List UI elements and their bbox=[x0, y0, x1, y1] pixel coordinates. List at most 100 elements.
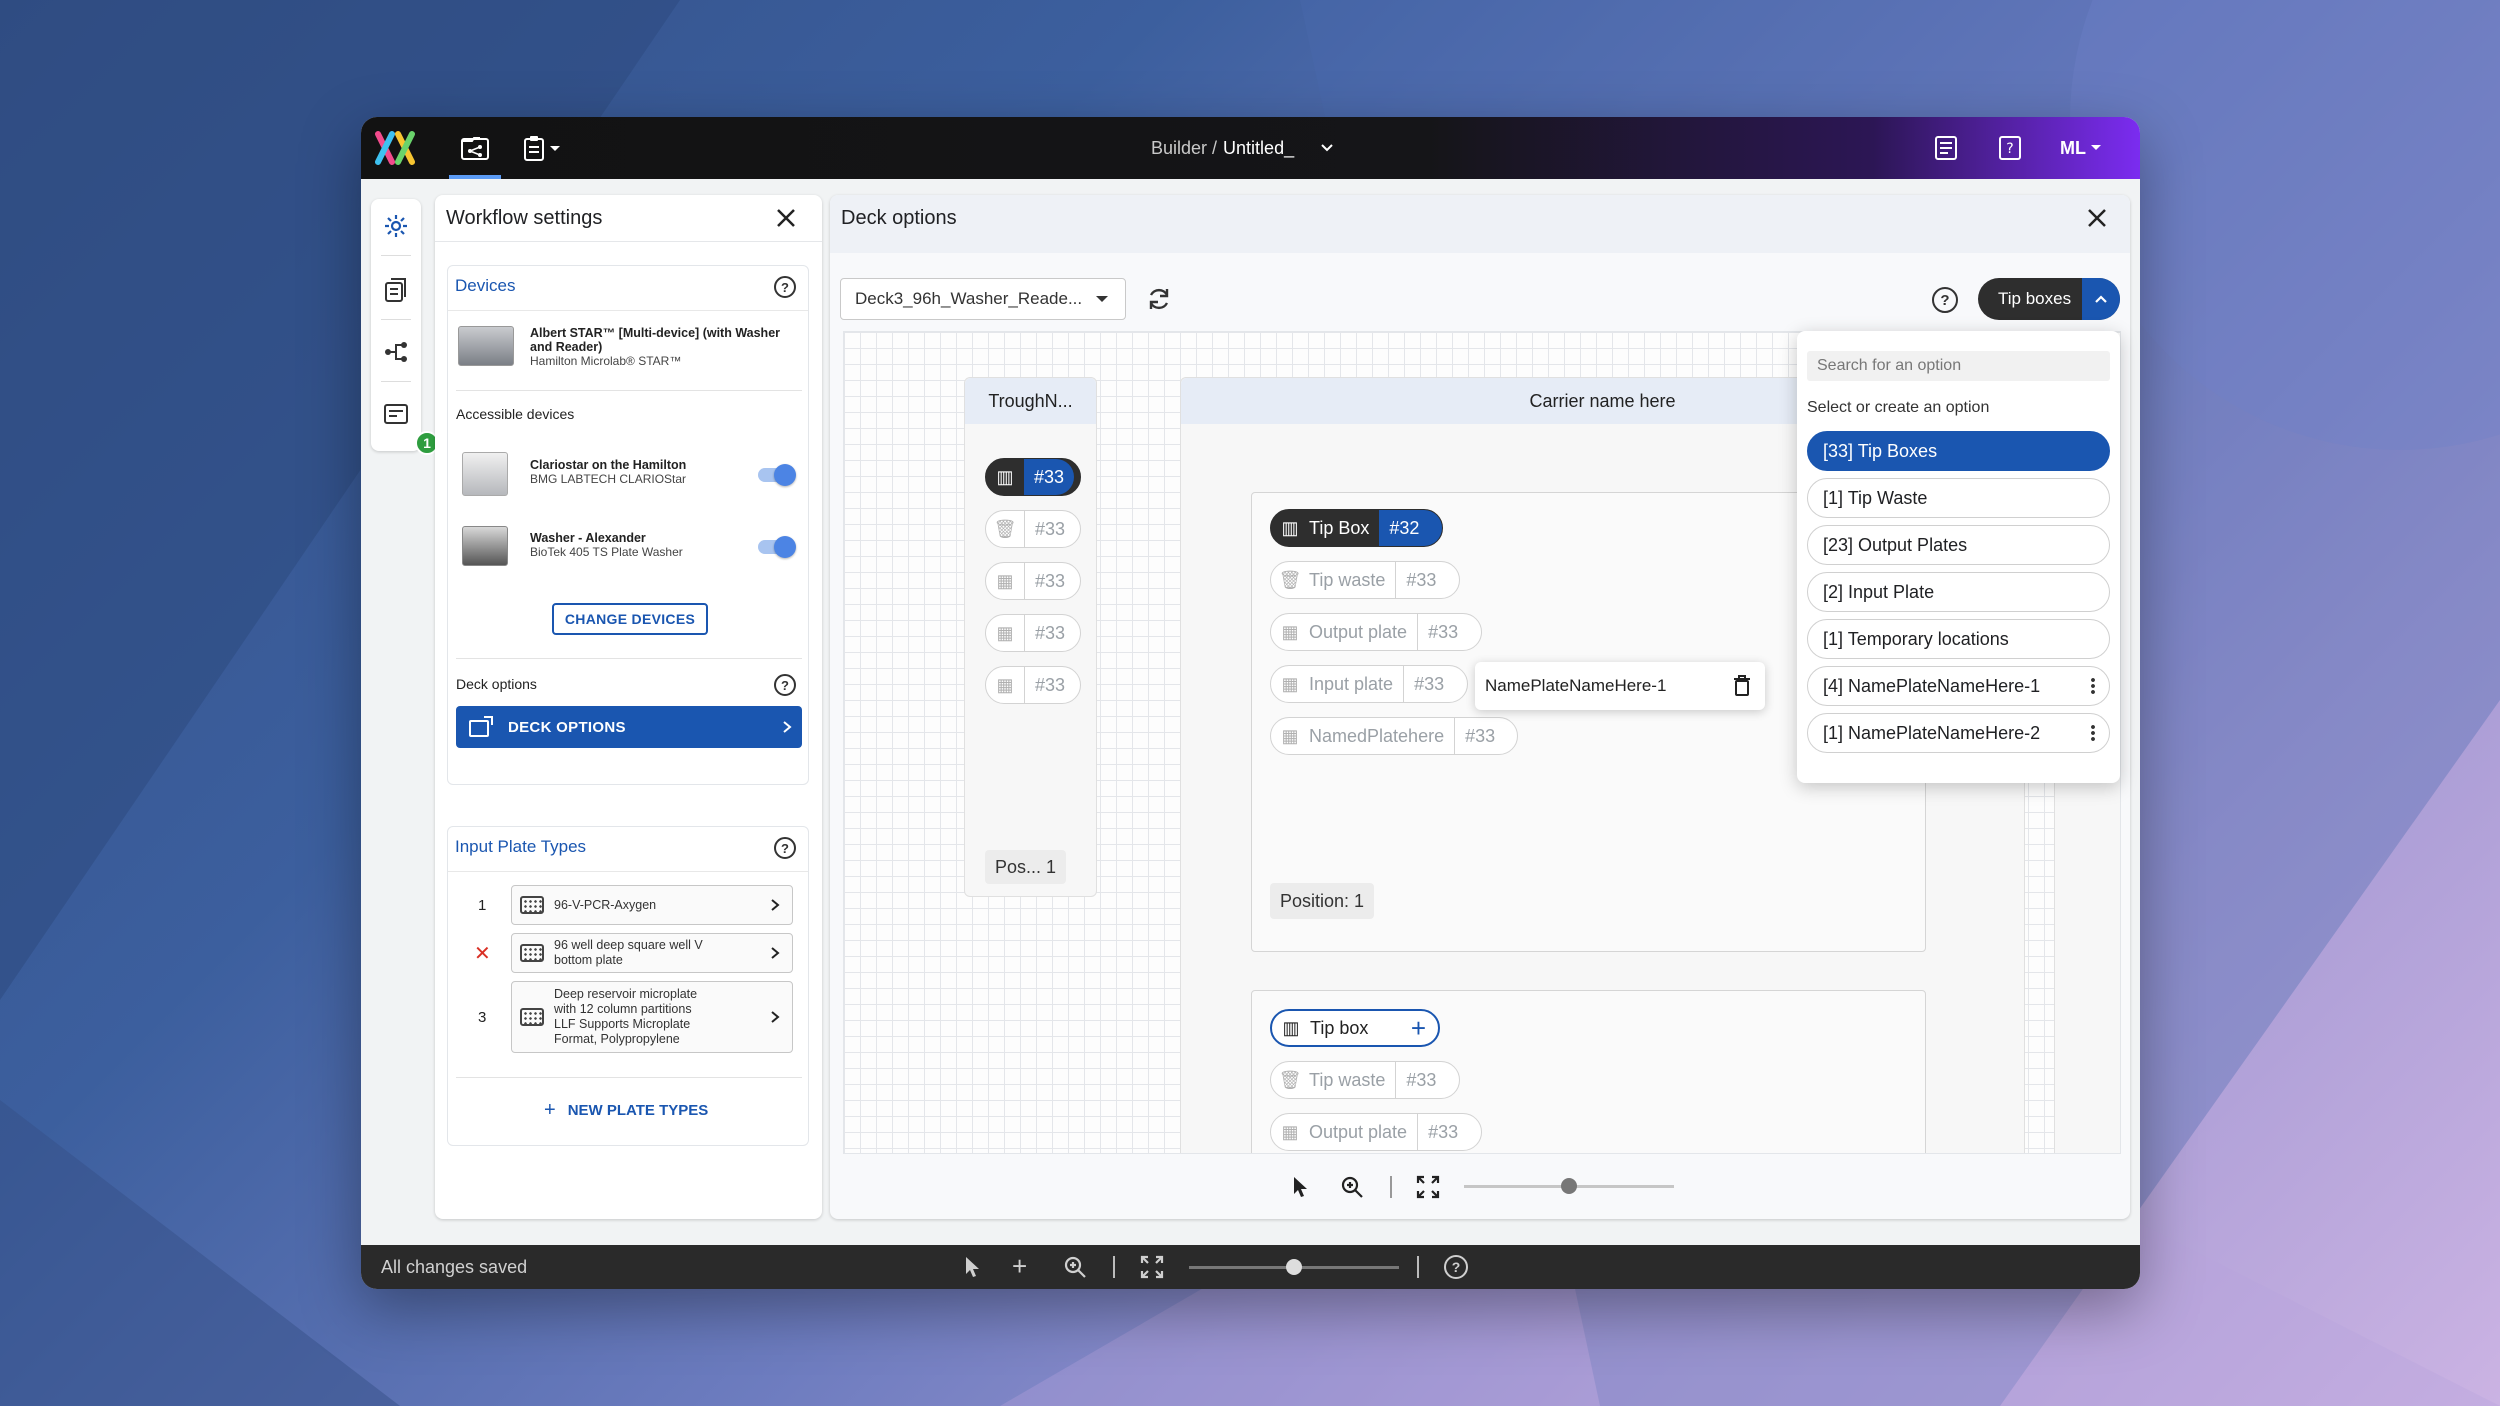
chevron-right-icon bbox=[771, 1011, 780, 1023]
close-icon[interactable] bbox=[775, 207, 797, 234]
chevron-right-icon bbox=[771, 899, 780, 911]
plate-error-icon[interactable]: ✕ bbox=[474, 941, 491, 966]
option-temporary-locations[interactable]: [1] Temporary locations bbox=[1807, 619, 2110, 659]
fit-screen-icon[interactable] bbox=[1416, 1175, 1440, 1204]
builder-tab-icon[interactable] bbox=[457, 131, 493, 165]
zoom-slider[interactable] bbox=[1189, 1259, 1399, 1275]
chip-number: #33 bbox=[1417, 1114, 1468, 1150]
trough-slot-chip[interactable]: ▦ #33 bbox=[985, 562, 1081, 600]
deck-select[interactable]: Deck3_96h_Washer_Reade... bbox=[840, 278, 1126, 320]
tip-boxes-filter[interactable]: Tip boxes bbox=[1978, 278, 2120, 320]
slot-number: #33 bbox=[1024, 667, 1075, 703]
chip-label: Tip waste bbox=[1309, 1069, 1386, 1090]
close-icon[interactable] bbox=[2086, 207, 2108, 234]
active-tab-indicator bbox=[449, 175, 501, 179]
trough-slot-chip[interactable]: ▦ #33 bbox=[985, 666, 1081, 704]
settings-gear-icon[interactable] bbox=[383, 213, 409, 244]
plate-type-selector[interactable]: Deep reservoir microplate with 12 column… bbox=[511, 981, 793, 1053]
option-tip-waste[interactable]: [1] Tip Waste bbox=[1807, 478, 2110, 518]
app-window: Builder / Untitled_ ? ML 1 Workflow sett… bbox=[361, 117, 2140, 1289]
file-name[interactable]: Untitled_ bbox=[1223, 138, 1294, 159]
delete-icon[interactable] bbox=[1733, 675, 1751, 697]
chip-label: Output plate bbox=[1309, 621, 1408, 642]
help-icon[interactable]: ? bbox=[774, 674, 796, 696]
zoom-slider-handle[interactable] bbox=[1561, 1178, 1577, 1194]
zoom-slider[interactable] bbox=[1464, 1178, 1674, 1194]
fit-screen-icon[interactable] bbox=[1140, 1255, 1164, 1284]
option-named-plate-2[interactable]: [1] NamePlateNameHere-2 bbox=[1807, 713, 2110, 753]
output-plate-chip[interactable]: ▦ Output plate #33 bbox=[1270, 613, 1482, 651]
zoom-slider-handle[interactable] bbox=[1286, 1259, 1302, 1275]
deck-edit-icon bbox=[468, 716, 494, 738]
tipbox-chip[interactable]: ▥ Tip Box #32 bbox=[1270, 509, 1443, 547]
plate-icon: ▦ bbox=[996, 674, 1014, 695]
tipbox-add-chip[interactable]: ▥ Tip box + bbox=[1270, 1009, 1440, 1047]
slot-number: #33 bbox=[1024, 459, 1075, 495]
add-icon[interactable]: + bbox=[1411, 1013, 1438, 1044]
help-icon[interactable]: ? bbox=[1444, 1255, 1468, 1279]
zoom-icon[interactable] bbox=[1063, 1255, 1087, 1284]
trough-card[interactable]: TroughN... ▥ #33 🗑 #33 ▦ #33 ▦ #33 ▦ #33 bbox=[964, 377, 1097, 897]
add-node-icon[interactable]: + bbox=[1012, 1253, 1027, 1279]
chip-label: NamedPlatehere bbox=[1309, 725, 1445, 746]
device-thumbnail bbox=[462, 452, 508, 496]
refresh-icon[interactable] bbox=[1145, 285, 1173, 318]
device-toggle[interactable] bbox=[758, 464, 796, 486]
plate-icon: ▦ bbox=[1281, 1121, 1299, 1142]
input-plate-chip[interactable]: ▦ Input plate #33 bbox=[1270, 665, 1468, 703]
change-devices-button[interactable]: CHANGE DEVICES bbox=[552, 603, 708, 635]
help-icon[interactable]: ? bbox=[774, 837, 796, 859]
plate-type-selector[interactable]: 96 well deep square well V bottom plate bbox=[511, 933, 793, 973]
plate-name-popover[interactable]: NamePlateNameHere-1 bbox=[1475, 662, 1765, 710]
waste-icon: 🗑 bbox=[1278, 1069, 1302, 1090]
deck-options-button[interactable]: DECK OPTIONS bbox=[456, 706, 802, 748]
help-icon[interactable]: ? bbox=[1932, 287, 1958, 313]
plate-type-selector[interactable]: 96-V-PCR-Axygen bbox=[511, 885, 793, 925]
output-plate-chip[interactable]: ▦ Output plate #33 bbox=[1270, 1113, 1482, 1151]
workflow-graph-icon[interactable] bbox=[383, 339, 409, 370]
option-label: [1] NamePlateNameHere-2 bbox=[1823, 722, 2041, 743]
plate-icon: ▦ bbox=[996, 622, 1014, 643]
library-icon[interactable] bbox=[383, 277, 409, 308]
tip-waste-chip[interactable]: 🗑 Tip waste #33 bbox=[1270, 1061, 1460, 1099]
trough-slot-chip[interactable]: ▦ #33 bbox=[985, 614, 1081, 652]
plate-name: Deep reservoir microplate with 12 column… bbox=[554, 987, 698, 1046]
caret-down-icon bbox=[1096, 296, 1108, 302]
chevron-down-icon[interactable] bbox=[1320, 143, 1334, 153]
help-book-icon[interactable]: ? bbox=[1993, 131, 2027, 165]
chevron-right-icon bbox=[782, 720, 792, 734]
user-menu[interactable]: ML bbox=[2051, 131, 2111, 165]
trough-tipbox-chip[interactable]: ▥ #33 bbox=[985, 458, 1081, 496]
option-search-input[interactable]: Search for an option bbox=[1807, 351, 2110, 381]
plate-type-row: ✕ 96 well deep square well V bottom plat… bbox=[448, 933, 808, 973]
option-named-plate-1[interactable]: [4] NamePlateNameHere-1 bbox=[1807, 666, 2110, 706]
trough-slot-chip[interactable]: 🗑 #33 bbox=[985, 510, 1081, 548]
top-bar: Builder / Untitled_ ? ML bbox=[361, 117, 2140, 179]
slot-number: #33 bbox=[1024, 563, 1075, 599]
app-logo-icon[interactable] bbox=[373, 129, 417, 167]
chip-number: #33 bbox=[1395, 1062, 1446, 1098]
help-icon[interactable]: ? bbox=[774, 276, 796, 298]
option-tip-boxes[interactable]: [33] Tip Boxes bbox=[1807, 431, 2110, 471]
pointer-icon[interactable] bbox=[964, 1256, 982, 1283]
notes-icon[interactable] bbox=[1929, 131, 1963, 165]
tip-waste-chip[interactable]: 🗑 Tip waste #33 bbox=[1270, 561, 1460, 599]
device-toggle[interactable] bbox=[758, 536, 796, 558]
form-list-icon[interactable] bbox=[383, 401, 409, 432]
dropdown-hint: Select or create an option bbox=[1807, 399, 1990, 416]
accessible-device-model: BMG LABTECH CLARIOStar bbox=[530, 472, 687, 486]
new-plate-types-button[interactable]: + NEW PLATE TYPES bbox=[544, 1099, 708, 1122]
more-vert-icon[interactable] bbox=[2091, 677, 2095, 695]
zoom-icon[interactable] bbox=[1340, 1175, 1364, 1204]
tip-rack-icon: ▥ bbox=[1282, 1017, 1300, 1038]
waste-icon: 🗑 bbox=[1278, 569, 1302, 590]
breadcrumb[interactable]: Builder / Untitled_ bbox=[1151, 117, 1334, 179]
workflow-settings-title: Workflow settings bbox=[446, 207, 603, 229]
more-vert-icon[interactable] bbox=[2091, 724, 2095, 742]
pointer-icon[interactable] bbox=[1292, 1176, 1310, 1203]
deck-options-title: Deck options bbox=[841, 207, 957, 229]
clipboard-menu-icon[interactable] bbox=[521, 131, 567, 165]
option-input-plate[interactable]: [2] Input Plate bbox=[1807, 572, 2110, 612]
option-output-plates[interactable]: [23] Output Plates bbox=[1807, 525, 2110, 565]
named-plate-chip[interactable]: ▦ NamedPlatehere #33 bbox=[1270, 717, 1518, 755]
